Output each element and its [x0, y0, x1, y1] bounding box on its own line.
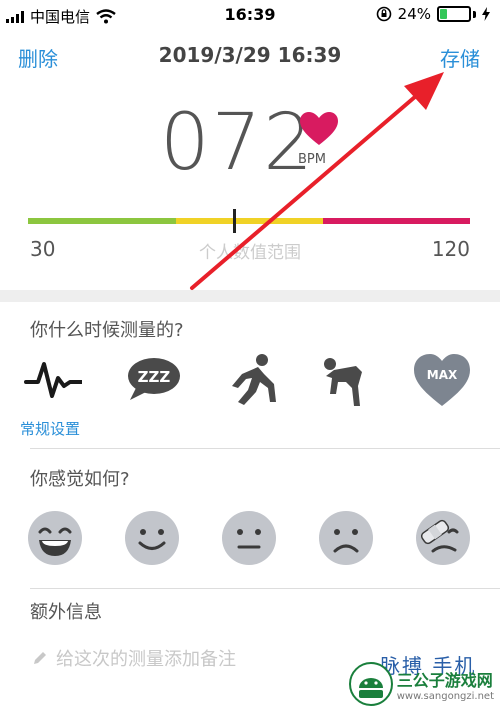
- injured-face-icon[interactable]: [415, 510, 471, 566]
- note-field[interactable]: 给这次的测量添加备注: [32, 645, 236, 671]
- range-label: 个人数值范围: [199, 243, 301, 263]
- svg-text:ZZZ: ZZZ: [138, 368, 171, 386]
- watermark: 三公子游戏网 www.sangongzi.net: [348, 662, 494, 706]
- divider: [30, 448, 500, 449]
- sleep-bubble-icon[interactable]: ZZZ: [122, 352, 186, 408]
- tired-person-icon[interactable]: [312, 352, 376, 408]
- bpm-value: 072: [160, 98, 315, 188]
- android-logo-icon: [348, 662, 393, 706]
- range-segment-high: [323, 218, 470, 224]
- laughing-face-icon[interactable]: [27, 510, 83, 566]
- heart-icon: [300, 112, 338, 145]
- smiling-face-icon[interactable]: [124, 510, 180, 566]
- status-bar: 中国电信 16:39 24%: [0, 0, 500, 30]
- pencil-icon: [34, 652, 46, 664]
- when-title: 你什么时候测量的?: [30, 320, 184, 341]
- feel-title: 你感觉如何?: [30, 469, 130, 490]
- active-option-label: 常规设置: [20, 420, 81, 438]
- section-divider: [0, 290, 500, 302]
- neutral-face-icon[interactable]: [221, 510, 277, 566]
- watermark-name: 三公子游戏网: [396, 670, 493, 690]
- range-bar: [28, 218, 470, 224]
- note-placeholder: 给这次的测量添加备注: [56, 649, 236, 670]
- heartbeat-wave-icon[interactable]: [18, 352, 82, 408]
- battery-icon: [437, 6, 471, 22]
- max-heart-icon[interactable]: MAX: [410, 352, 474, 408]
- when-options: ZZZ MAX: [18, 352, 488, 408]
- svg-text:MAX: MAX: [427, 368, 458, 382]
- runner-start-icon[interactable]: [218, 352, 282, 408]
- bpm-reading: 072 BPM: [160, 98, 338, 188]
- sad-face-icon[interactable]: [318, 510, 374, 566]
- range-max: 120: [431, 237, 470, 261]
- battery-percent: 24%: [397, 5, 431, 23]
- page-title: 2019/3/29 16:39: [158, 43, 342, 67]
- bpm-unit: BPM: [298, 152, 326, 167]
- range-segment-mid: [176, 218, 323, 224]
- extra-title: 额外信息: [30, 602, 102, 623]
- range-segment-low: [28, 218, 176, 224]
- watermark-url: www.sangongzi.net: [396, 690, 494, 702]
- save-button[interactable]: 存储: [440, 43, 480, 72]
- range-marker: [233, 209, 236, 233]
- divider: [30, 588, 500, 589]
- rotation-lock-icon: [376, 6, 391, 22]
- charging-bolt-icon: [482, 7, 490, 21]
- header: 删除 2019/3/29 16:39 存储: [0, 36, 500, 80]
